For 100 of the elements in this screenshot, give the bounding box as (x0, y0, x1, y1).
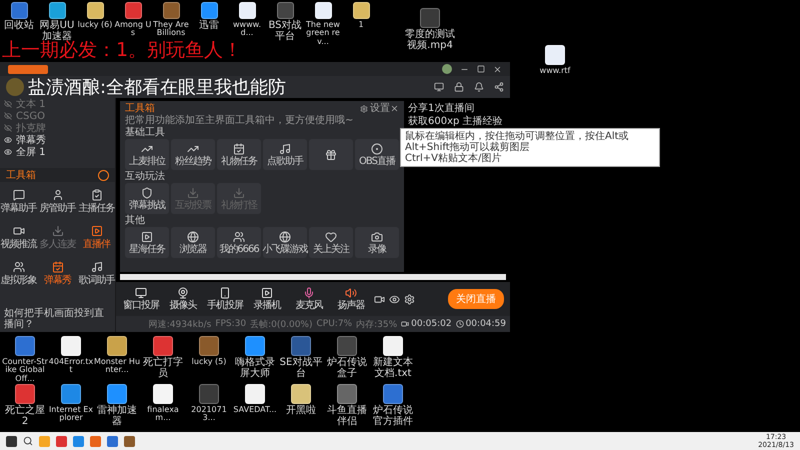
section-title: 其他 (125, 215, 146, 226)
settings-button[interactable] (404, 294, 415, 304)
folder-icon[interactable] (86, 2, 104, 19)
tool-tile[interactable]: 小飞碟游戏 (263, 227, 307, 258)
desktop-icon-label: 嗨格式录屏大师 (234, 358, 276, 379)
tool-tile[interactable]: 浏览器 (171, 227, 215, 258)
tool-tile[interactable]: 弹幕挑战 (125, 183, 169, 214)
tool-tile[interactable]: 关上关注 (309, 227, 353, 258)
scene-item[interactable]: 弹幕秀 (16, 134, 46, 146)
settings-icon (360, 104, 368, 112)
task-text: 分享1次直播间 (408, 103, 476, 114)
camera-icon (371, 230, 383, 242)
control-button[interactable]: 扬声器 (332, 287, 370, 311)
music-icon (279, 142, 291, 154)
bell-icon[interactable] (474, 82, 484, 92)
start-icon[interactable] (6, 436, 17, 446)
desktop-icon-label: www.rtf (540, 67, 570, 76)
taskbar-app-icon[interactable] (107, 436, 118, 446)
desktop-icon-label: 开黑啦 (286, 406, 316, 416)
eye-icon[interactable] (4, 136, 12, 144)
desktop-icon-label: The new green rev... (305, 21, 341, 46)
users-icon (233, 230, 245, 242)
toolbox-tool[interactable]: 房管助手 (39, 184, 76, 218)
desktop-icon-label: wwww.d... (232, 21, 262, 38)
tool-tile[interactable]: 粉丝趋势 (171, 139, 215, 170)
desktop-icon-label: 死亡之屋2 (4, 406, 46, 427)
tool-tile[interactable] (309, 139, 353, 170)
status-text: CPU:7% (316, 319, 352, 329)
app-icon[interactable] (276, 2, 294, 19)
video-thumbnail[interactable] (420, 8, 440, 28)
desktop-icon-label: 零度的测试视频.mp4 (405, 30, 455, 51)
play-icon (90, 224, 102, 236)
control-button[interactable]: 麦克风 (290, 287, 328, 311)
desktop-icon-label: 新建文本文档.txt (372, 358, 414, 379)
app-icon[interactable] (10, 2, 28, 19)
tool-tile[interactable]: 录像 (355, 227, 399, 258)
toolbox-title: 工具箱 (6, 169, 36, 182)
calendar-icon (52, 260, 64, 272)
tool-tile[interactable]: 上麦排位 (125, 139, 169, 170)
document-icon[interactable] (238, 2, 256, 19)
control-button[interactable]: 录播机 (248, 287, 286, 311)
eye-off-icon[interactable] (4, 112, 12, 120)
monitor-icon[interactable] (434, 82, 444, 92)
toolbox-tool[interactable]: 弹幕助手 (0, 184, 37, 218)
desktop-icon-label: 雷神加速器 (96, 406, 138, 427)
app-icon[interactable] (162, 2, 180, 19)
desktop-icon-label: lucky (5) (192, 358, 226, 366)
app-icon[interactable] (124, 2, 142, 19)
tool-tile[interactable]: 礼物任务 (217, 139, 261, 170)
circle-icon[interactable] (98, 170, 109, 180)
settings-button[interactable]: 设置 (360, 103, 390, 114)
lock-icon[interactable] (454, 82, 464, 92)
toolbox-tool[interactable]: 弹幕秀 (39, 256, 76, 290)
taskbar-app-icon[interactable] (124, 436, 135, 446)
scene-item[interactable]: 全屏 1 (16, 146, 46, 158)
toolbox-tool[interactable]: 虚拟形象 (0, 256, 37, 290)
tool-tile[interactable]: 星海任务 (125, 227, 169, 258)
toolbox-tool[interactable]: 直播伴 (78, 220, 115, 254)
desktop-icon-label: Among Us (114, 21, 152, 38)
pdf-file-icon[interactable] (153, 384, 173, 404)
taskbar-app-icon[interactable] (56, 436, 67, 446)
control-button[interactable]: 窗口投屏 (122, 287, 160, 311)
video-camera-button[interactable] (374, 294, 385, 304)
timer-value: 00:04:59 (466, 319, 506, 329)
search-icon[interactable] (23, 436, 33, 446)
folder-icon[interactable] (352, 2, 370, 19)
toolbox-tool[interactable]: 视频推流 (0, 220, 37, 254)
tool-tile[interactable]: 我的6666 (217, 227, 261, 258)
speaker-icon (345, 287, 357, 299)
music-icon (90, 260, 102, 272)
control-button[interactable]: 摄像头 (164, 287, 202, 311)
eye-off-icon[interactable] (4, 124, 12, 132)
help-link[interactable]: 如何把手机画面投到直播间？ (0, 306, 115, 332)
taskbar-app-icon[interactable] (90, 436, 101, 446)
desktop-icon-label: 网易UU加速器 (38, 21, 74, 42)
video-thumbnail[interactable] (199, 384, 219, 404)
close-button[interactable] (390, 104, 399, 113)
section-title: 互动玩法 (125, 171, 166, 182)
eye-icon[interactable] (4, 148, 12, 156)
desktop-icon-label: 回收站 (4, 21, 34, 32)
section-title: 基础工具 (125, 127, 166, 138)
download-icon (187, 186, 199, 198)
shield-icon (141, 186, 153, 198)
document-icon[interactable] (314, 2, 332, 19)
maximize-icon[interactable] (477, 65, 485, 73)
close-icon[interactable] (493, 64, 502, 74)
tool-tile[interactable]: OBS直播 (355, 139, 399, 170)
tool-tile[interactable]: 点歌助手 (263, 139, 307, 170)
app-icon[interactable] (200, 2, 218, 19)
eye-button[interactable] (389, 294, 400, 304)
taskbar-app-icon[interactable] (73, 436, 84, 446)
control-button[interactable]: 手机投屏 (206, 287, 244, 311)
share-icon[interactable] (494, 82, 504, 92)
desktop-icon-label: 死亡打字员 (142, 358, 184, 379)
app-icon[interactable] (48, 2, 66, 19)
toolbox-tool[interactable]: 歌词助手 (78, 256, 115, 290)
eye-off-icon[interactable] (4, 100, 12, 108)
task-text: 获取600xp 主播经验 (408, 116, 503, 127)
desktop-icon-label: 1 (358, 21, 364, 30)
toolbox-tool[interactable]: 主播任务 (78, 184, 115, 218)
